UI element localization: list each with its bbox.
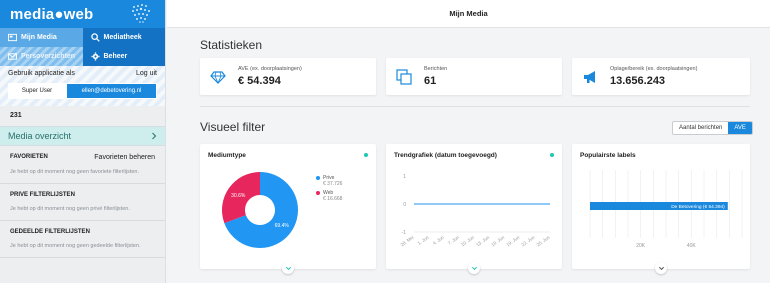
- nav-persoverzichten[interactable]: Persoverzichten: [0, 47, 83, 66]
- section-title: GEDEELDE FILTERLIJSTEN: [10, 229, 90, 235]
- panel-title: Populairste labels: [580, 152, 636, 159]
- bar-chart: De Betovering (€ 54.394) 20K 40K: [589, 170, 743, 249]
- expand-button[interactable]: [282, 262, 294, 274]
- search-icon: [90, 33, 100, 42]
- sidebar: media●web Mijn Media Mediatheek Persover…: [0, 0, 166, 283]
- x-tick-label: 20K: [636, 243, 646, 249]
- diamond-icon: [210, 71, 226, 85]
- stat-card-oplage: Oplage/bereik (ex. doorplaatsingen) 13.6…: [572, 58, 750, 95]
- x-tick-label: 19. Jun: [505, 234, 520, 247]
- page-header: Mijn Media: [167, 0, 770, 28]
- logout-link[interactable]: Log uit: [136, 70, 157, 77]
- status-dot: [364, 153, 368, 157]
- legend-item-web[interactable]: Web € 16.668: [316, 190, 342, 202]
- brand-logo-text: media●web: [10, 5, 94, 23]
- user-email-button[interactable]: ellen@debetovering.nl: [66, 83, 157, 99]
- nav-mijn-media[interactable]: Mijn Media: [0, 28, 83, 47]
- role-button[interactable]: Super User: [8, 83, 66, 99]
- bar-data-label: De Betovering (€ 54.394): [671, 204, 725, 210]
- gear-icon: [90, 52, 100, 61]
- x-tick-label: 25. Jun: [536, 234, 551, 247]
- y-tick-label: 0: [403, 202, 406, 208]
- media-overview-label: Media overzicht: [8, 131, 72, 141]
- chevron-right-icon: [152, 132, 157, 140]
- stat-card-berichten: Berichten 61: [386, 58, 562, 95]
- chevron-down-icon: [285, 266, 291, 270]
- shared-filterlists-section: GEDEELDE FILTERLIJSTEN Je hebt op dit mo…: [0, 221, 165, 258]
- legend-item-prive[interactable]: Prive € 37.726: [316, 175, 342, 187]
- use-as-label: Gebruik applicatie als: [8, 70, 75, 77]
- x-tick-label: 10. Jun: [460, 234, 475, 247]
- item-count: 231: [10, 112, 22, 119]
- panel-mediumtype: Mediumtype 69.4% 30.6% Prive € 37.726 Web €…: [200, 144, 376, 274]
- expand-button[interactable]: [655, 262, 667, 274]
- private-filterlists-section: PRIVE FILTERLIJSTEN Je hebt op dit momen…: [0, 184, 165, 221]
- y-tick-label: 1: [403, 174, 406, 180]
- brand-header: media●web: [0, 0, 165, 28]
- pie-legend: Prive € 37.726 Web € 16.668: [316, 175, 342, 205]
- empty-message: Je hebt op dit moment nog geen gedeelde …: [10, 243, 141, 249]
- panel-title: Trendgrafiek (datum toegevoegd): [394, 152, 497, 159]
- panel-trendgrafiek: Trendgrafiek (datum toegevoegd) 1 0 -1 28. …: [386, 144, 562, 274]
- megaphone-icon: [584, 71, 595, 83]
- x-tick-label: 16. Jun: [490, 234, 505, 247]
- nav-beheer[interactable]: Beheer: [82, 47, 165, 66]
- pie-data-label: 30.6%: [231, 193, 246, 199]
- toggle-aantal-berichten[interactable]: Aantal berichten: [673, 122, 728, 134]
- legend-swatch: [316, 191, 320, 195]
- pie-chart: 69.4% 30.6%: [222, 172, 298, 248]
- section-divider: [200, 106, 750, 107]
- x-tick-label: 7. Jun: [447, 234, 460, 245]
- nav-label: Mediatheek: [103, 34, 142, 41]
- chevron-down-icon: [658, 266, 664, 270]
- stat-label: AVE (ex. doorplaatsingen): [238, 66, 302, 72]
- x-tick-label: 28. Mei: [400, 235, 415, 248]
- visual-filter-title: Visueel filter: [200, 120, 266, 134]
- stat-value: 13.656.243: [610, 75, 666, 87]
- pie-data-label: 69.4%: [275, 223, 290, 229]
- manage-favorites-link[interactable]: Favorieten beheren: [94, 154, 155, 161]
- x-tick-label: 22. Jun: [520, 234, 535, 247]
- stat-card-ave: AVE (ex. doorplaatsingen) € 54.394: [200, 58, 376, 95]
- stats-title: Statistieken: [200, 38, 263, 52]
- client-logo-icon: [132, 4, 150, 23]
- legend-amount: € 16.668: [323, 196, 343, 202]
- section-title: FAVORIETEN: [10, 154, 48, 160]
- x-tick-label: 40K: [687, 243, 697, 249]
- expand-button[interactable]: [468, 262, 480, 274]
- empty-message: Je hebt op dit moment nog geen privé fil…: [10, 206, 130, 212]
- chevron-down-icon: [471, 266, 477, 270]
- status-dot: [550, 153, 554, 157]
- main-content: Mijn Media Statistieken AVE (ex. doorpla…: [167, 0, 770, 283]
- toggle-ave[interactable]: AVE: [728, 122, 752, 134]
- impersonate-bar: Gebruik applicatie als Log uit Super Use…: [0, 66, 165, 106]
- section-title: PRIVE FILTERLIJSTEN: [10, 192, 75, 198]
- x-tick-label: 13. Jun: [475, 234, 490, 247]
- nav-mediatheek[interactable]: Mediatheek: [82, 28, 165, 47]
- legend-swatch: [316, 176, 320, 180]
- stat-label: Berichten: [424, 66, 448, 72]
- x-tick-label: 4. Jun: [432, 234, 445, 245]
- stat-label: Oplage/bereik (ex. doorplaatsingen): [610, 66, 698, 72]
- nav-label: Persoverzichten: [21, 53, 76, 60]
- x-tick-label: 1. Jun: [417, 234, 430, 245]
- media-icon: [8, 33, 17, 42]
- panel-title: Mediumtype: [208, 152, 246, 159]
- favorites-section: FAVORIETEN Favorieten beheren Je hebt op…: [0, 146, 165, 184]
- copy-icon: [396, 69, 412, 85]
- panel-populairste-labels: Populairste labels De Betovering (€ 54.3…: [572, 144, 750, 274]
- line-chart: 1 0 -128. Mei 1. Jun 4. Jun 7. Jun 10. Jun 13. …: [400, 174, 551, 248]
- nav-label: Mijn Media: [21, 34, 57, 41]
- page-title: Mijn Media: [449, 9, 488, 18]
- mail-icon: [8, 53, 17, 60]
- stat-value: € 54.394: [238, 75, 281, 87]
- metric-toggle: Aantal berichten AVE: [672, 121, 753, 135]
- empty-message: Je hebt op dit moment nog geen favoriete…: [10, 169, 140, 175]
- nav-label: Beheer: [103, 53, 128, 60]
- stat-value: 61: [424, 75, 437, 87]
- legend-amount: € 37.726: [323, 181, 343, 187]
- y-tick-label: -1: [402, 230, 407, 236]
- media-overview-link[interactable]: Media overzicht: [0, 126, 165, 146]
